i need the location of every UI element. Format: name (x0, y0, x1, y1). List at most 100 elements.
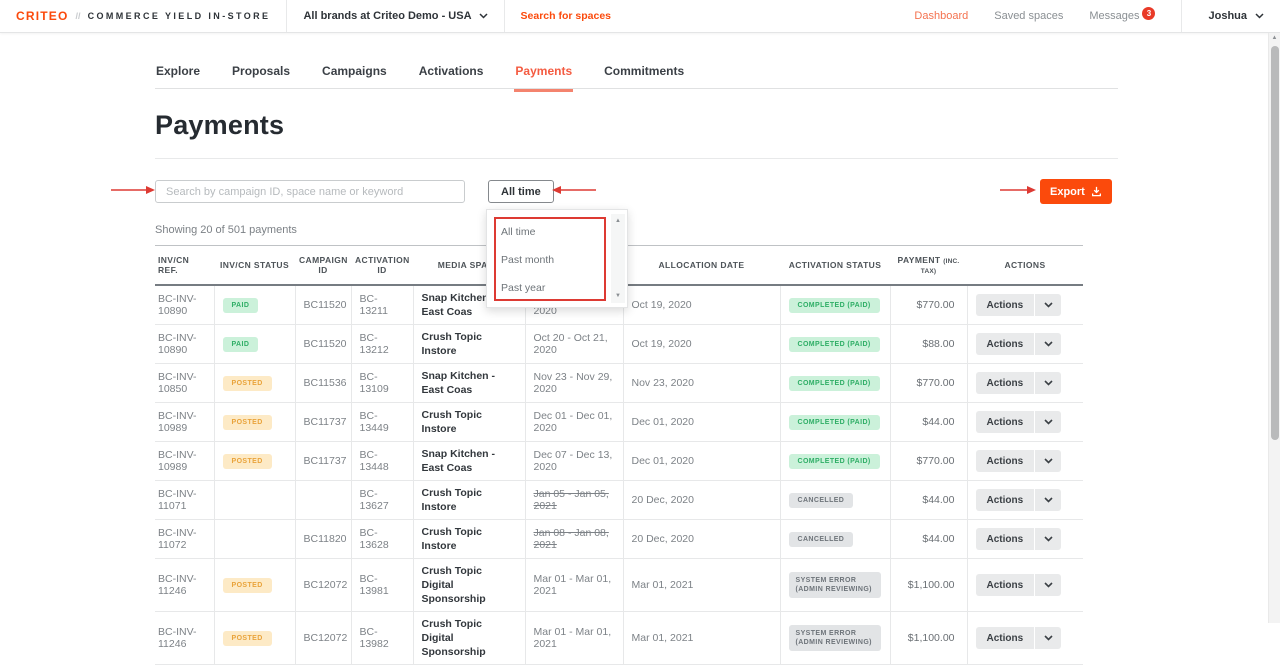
cell-campaign-id: BC11737 (295, 442, 351, 481)
actions-label: Actions (976, 627, 1035, 649)
page-scrollbar[interactable]: ▲ (1268, 33, 1280, 623)
actions-button[interactable]: Actions (976, 294, 1062, 316)
activation-date-text: Jan 05 - Jan 05, 2021 (534, 488, 609, 512)
cell-activation-date: Mar 01 - Mar 01, 2021 (525, 612, 623, 665)
table-row: BC-INV-10989POSTEDBC11737BC-13449Crush T… (155, 403, 1083, 442)
actions-button[interactable]: Actions (976, 528, 1062, 550)
cell-activation-status: CANCELLED (780, 481, 890, 520)
column-header: INV/CN REF. (155, 246, 214, 286)
cell-activation-status: CANCELLED (780, 520, 890, 559)
cell-activation-id: BC-13212 (351, 325, 413, 364)
status-badge: POSTED (223, 376, 272, 391)
cell-actions: Actions (967, 325, 1083, 364)
scroll-down-icon[interactable]: ▼ (611, 293, 625, 299)
cell-media-space: Snap Kitchen - East Coas (413, 364, 525, 403)
column-header-label: ACTIONS (1004, 260, 1045, 270)
cell-activation-id: BC-13628 (351, 520, 413, 559)
scrollbar-thumb[interactable] (1271, 46, 1279, 440)
scroll-up-icon[interactable]: ▲ (1269, 35, 1280, 41)
topbar-divider (286, 0, 287, 32)
messages-count-badge: 3 (1142, 7, 1155, 20)
actions-button[interactable]: Actions (976, 489, 1062, 511)
actions-button[interactable]: Actions (976, 411, 1062, 433)
export-button[interactable]: Export (1040, 179, 1112, 204)
column-header-label: PAYMENT (898, 255, 941, 265)
status-badge: POSTED (223, 454, 272, 469)
cell-payment: $770.00 (890, 442, 967, 481)
cell-media-space: Crush Topic Instore (413, 481, 525, 520)
cell-inv-status: PAID (214, 285, 295, 325)
status-badge: COMPLETED (PAID) (789, 454, 880, 469)
tab-explore[interactable]: Explore (155, 55, 201, 92)
cell-campaign-id: BC12072 (295, 559, 351, 612)
chevron-down-icon[interactable] (1035, 294, 1061, 316)
date-filter-button[interactable]: All time (488, 180, 554, 203)
status-badge: POSTED (223, 578, 272, 593)
actions-button[interactable]: Actions (976, 574, 1062, 596)
tab-commitments[interactable]: Commitments (603, 55, 685, 92)
cell-activation-status: COMPLETED (PAID) (780, 364, 890, 403)
activation-date-text: Mar 01 - Mar 01, 2021 (534, 626, 612, 650)
actions-button[interactable]: Actions (976, 627, 1062, 649)
search-input[interactable] (155, 180, 465, 203)
actions-label: Actions (976, 333, 1035, 355)
user-menu[interactable]: Joshua (1208, 10, 1264, 22)
actions-button[interactable]: Actions (976, 333, 1062, 355)
tab-activations[interactable]: Activations (418, 55, 485, 92)
cell-inv-status: POSTED (214, 612, 295, 665)
chevron-down-icon (1255, 13, 1264, 19)
cell-inv-ref: BC-INV-10989 (155, 442, 214, 481)
status-badge: COMPLETED (PAID) (789, 376, 880, 391)
actions-label: Actions (976, 411, 1035, 433)
cell-payment: $1,100.00 (890, 559, 967, 612)
saved-spaces-link[interactable]: Saved spaces (994, 10, 1063, 22)
cell-media-space: Snap Kitchen - East Coas (413, 442, 525, 481)
column-header-label: CAMPAIGN ID (299, 255, 348, 275)
cell-activation-id: BC-13109 (351, 364, 413, 403)
user-name: Joshua (1208, 10, 1247, 22)
cell-activation-date: Jan 08 - Jan 08, 2021 (525, 520, 623, 559)
product-name: COMMERCE YIELD IN-STORE (88, 11, 271, 21)
cell-payment: $770.00 (890, 285, 967, 325)
chevron-down-icon[interactable] (1035, 411, 1061, 433)
dashboard-link[interactable]: Dashboard (914, 10, 968, 22)
search-for-spaces-link[interactable]: Search for spaces (521, 10, 611, 22)
chevron-down-icon[interactable] (1035, 489, 1061, 511)
cell-inv-ref: BC-INV-11246 (155, 559, 214, 612)
cell-allocation-date: Nov 23, 2020 (623, 364, 780, 403)
column-header: CAMPAIGN ID (295, 246, 351, 286)
tab-proposals[interactable]: Proposals (231, 55, 291, 92)
tab-payments[interactable]: Payments (514, 55, 573, 92)
payments-table: INV/CN REF.INV/CN STATUSCAMPAIGN IDACTIV… (155, 245, 1083, 665)
chevron-down-icon[interactable] (1035, 333, 1061, 355)
dropdown-scrollbar[interactable]: ▲ ▼ (611, 214, 625, 303)
cell-inv-status: PAID (214, 325, 295, 364)
status-badge: POSTED (223, 631, 272, 646)
chevron-down-icon[interactable] (1035, 528, 1061, 550)
column-header: ACTIONS (967, 246, 1083, 286)
status-badge: SYSTEM ERROR (ADMIN REVIEWING) (789, 625, 881, 651)
tab-campaigns[interactable]: Campaigns (321, 55, 388, 92)
cell-campaign-id: BC11520 (295, 325, 351, 364)
chevron-down-icon[interactable] (1035, 627, 1061, 649)
chevron-down-icon[interactable] (1035, 450, 1061, 472)
actions-button[interactable]: Actions (976, 450, 1062, 472)
dropdown-option-past-month[interactable]: Past month (487, 246, 609, 274)
cell-media-space: Crush Topic Instore (413, 403, 525, 442)
scroll-up-icon[interactable]: ▲ (611, 218, 625, 224)
chevron-down-icon[interactable] (1035, 574, 1061, 596)
actions-button[interactable]: Actions (976, 372, 1062, 394)
status-badge: COMPLETED (PAID) (789, 298, 880, 313)
actions-label: Actions (976, 528, 1035, 550)
chevron-down-icon[interactable] (1035, 372, 1061, 394)
dropdown-option-all-time[interactable]: All time (487, 218, 609, 246)
cell-media-space: Crush Topic Digital Sponsorship (413, 612, 525, 665)
cell-activation-date: Jan 05 - Jan 05, 2021 (525, 481, 623, 520)
cell-actions: Actions (967, 364, 1083, 403)
actions-label: Actions (976, 294, 1035, 316)
messages-link[interactable]: Messages 3 (1089, 10, 1155, 23)
brand-selector[interactable]: All brands at Criteo Demo - USA (303, 10, 487, 22)
status-badge: PAID (223, 337, 259, 352)
dropdown-option-past-year[interactable]: Past year (487, 274, 609, 302)
cell-allocation-date: Mar 01, 2021 (623, 612, 780, 665)
